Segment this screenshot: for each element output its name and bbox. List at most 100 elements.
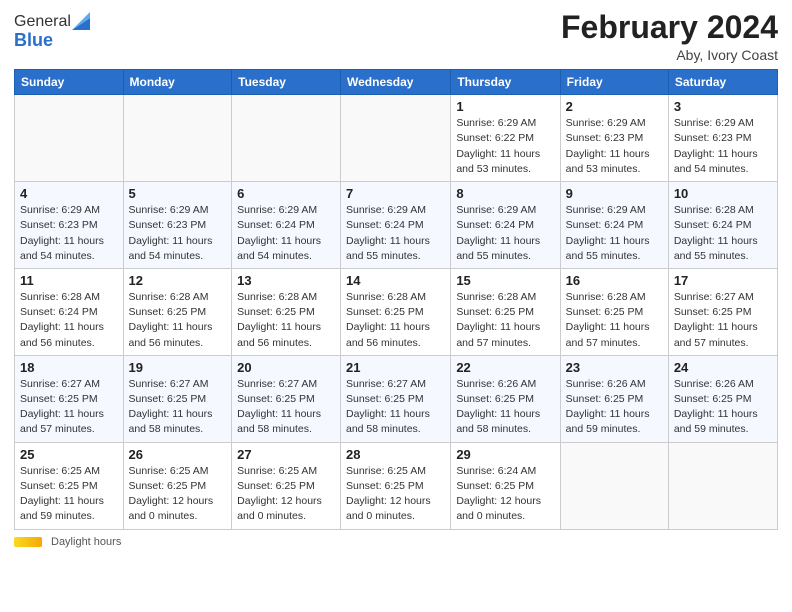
col-header-wednesday: Wednesday <box>341 70 451 95</box>
col-header-saturday: Saturday <box>668 70 777 95</box>
day-number: 29 <box>456 447 554 462</box>
calendar-cell: 27 Sunrise: 6:25 AMSunset: 6:25 PMDayligh… <box>232 442 341 529</box>
day-info: Sunrise: 6:29 AMSunset: 6:23 PMDaylight:… <box>674 116 772 177</box>
day-number: 7 <box>346 186 445 201</box>
logo-blue-text: Blue <box>14 30 53 51</box>
calendar-cell <box>232 95 341 182</box>
logo: General Blue <box>14 10 90 51</box>
day-info: Sunrise: 6:28 AMSunset: 6:25 PMDaylight:… <box>456 290 554 351</box>
day-number: 19 <box>129 360 227 375</box>
calendar-cell: 22Sunrise: 6:26 AMSunset: 6:25 PMDayligh… <box>451 355 560 442</box>
day-info: Sunrise: 6:25 AMSunset: 6:25 PMDaylight:… <box>237 464 335 525</box>
calendar-cell: 5 Sunrise: 6:29 AMSunset: 6:23 PMDaylight… <box>123 182 232 269</box>
day-number: 4 <box>20 186 118 201</box>
day-info: Sunrise: 6:24 AMSunset: 6:25 PMDaylight:… <box>456 464 554 525</box>
day-info: Sunrise: 6:28 AMSunset: 6:24 PMDaylight:… <box>20 290 118 351</box>
calendar-body: 1 Sunrise: 6:29 AMSunset: 6:22 PMDaylight… <box>15 95 778 529</box>
week-row-4: 18 Sunrise: 6:27 AMSunset: 6:25 PMDayligh… <box>15 355 778 442</box>
day-number: 26 <box>129 447 227 462</box>
day-number: 1 <box>456 99 554 114</box>
subtitle: Aby, Ivory Coast <box>561 47 778 63</box>
day-number: 13 <box>237 273 335 288</box>
calendar-cell: 7Sunrise: 6:29 AMSunset: 6:24 PMDaylight… <box>341 182 451 269</box>
calendar-cell <box>123 95 232 182</box>
day-number: 9 <box>566 186 663 201</box>
day-info: Sunrise: 6:29 AMSunset: 6:24 PMDaylight:… <box>456 203 554 264</box>
col-header-tuesday: Tuesday <box>232 70 341 95</box>
day-number: 18 <box>20 360 118 375</box>
day-info: Sunrise: 6:28 AMSunset: 6:25 PMDaylight:… <box>129 290 227 351</box>
day-number: 27 <box>237 447 335 462</box>
col-header-friday: Friday <box>560 70 668 95</box>
calendar-cell: 8 Sunrise: 6:29 AMSunset: 6:24 PMDaylight… <box>451 182 560 269</box>
day-number: 6 <box>237 186 335 201</box>
calendar-cell <box>560 442 668 529</box>
logo-icon <box>72 10 90 32</box>
calendar-cell: 16 Sunrise: 6:28 AMSunset: 6:25 PMDayligh… <box>560 268 668 355</box>
day-number: 8 <box>456 186 554 201</box>
day-number: 11 <box>20 273 118 288</box>
calendar-cell: 12Sunrise: 6:28 AMSunset: 6:25 PMDayligh… <box>123 268 232 355</box>
header-row: SundayMondayTuesdayWednesdayThursdayFrid… <box>15 70 778 95</box>
calendar-cell: 18 Sunrise: 6:27 AMSunset: 6:25 PMDayligh… <box>15 355 124 442</box>
week-row-2: 4 Sunrise: 6:29 AMSunset: 6:23 PMDaylight… <box>15 182 778 269</box>
calendar-header: SundayMondayTuesdayWednesdayThursdayFrid… <box>15 70 778 95</box>
calendar-cell: 28Sunrise: 6:25 AMSunset: 6:25 PMDayligh… <box>341 442 451 529</box>
calendar-cell: 21 Sunrise: 6:27 AMSunset: 6:25 PMDayligh… <box>341 355 451 442</box>
day-info: Sunrise: 6:29 AMSunset: 6:23 PMDaylight:… <box>566 116 663 177</box>
day-number: 10 <box>674 186 772 201</box>
day-number: 15 <box>456 273 554 288</box>
day-number: 2 <box>566 99 663 114</box>
day-number: 24 <box>674 360 772 375</box>
title-block: February 2024 Aby, Ivory Coast <box>561 10 778 63</box>
day-info: Sunrise: 6:29 AMSunset: 6:23 PMDaylight:… <box>129 203 227 264</box>
calendar-cell: 1 Sunrise: 6:29 AMSunset: 6:22 PMDaylight… <box>451 95 560 182</box>
week-row-5: 25 Sunrise: 6:25 AMSunset: 6:25 PMDayligh… <box>15 442 778 529</box>
calendar-cell <box>668 442 777 529</box>
day-info: Sunrise: 6:28 AMSunset: 6:25 PMDaylight:… <box>237 290 335 351</box>
day-info: Sunrise: 6:27 AMSunset: 6:25 PMDaylight:… <box>20 377 118 438</box>
day-number: 17 <box>674 273 772 288</box>
col-header-monday: Monday <box>123 70 232 95</box>
day-info: Sunrise: 6:25 AMSunset: 6:25 PMDaylight:… <box>20 464 118 525</box>
page: General Blue February 2024 Aby, Ivory Co… <box>0 0 792 612</box>
day-number: 3 <box>674 99 772 114</box>
main-title: February 2024 <box>561 10 778 45</box>
col-header-thursday: Thursday <box>451 70 560 95</box>
day-info: Sunrise: 6:28 AMSunset: 6:24 PMDaylight:… <box>674 203 772 264</box>
calendar-cell: 13 Sunrise: 6:28 AMSunset: 6:25 PMDayligh… <box>232 268 341 355</box>
daylight-bar-icon <box>14 537 42 547</box>
day-info: Sunrise: 6:28 AMSunset: 6:25 PMDaylight:… <box>566 290 663 351</box>
day-info: Sunrise: 6:26 AMSunset: 6:25 PMDaylight:… <box>456 377 554 438</box>
calendar-cell: 14Sunrise: 6:28 AMSunset: 6:25 PMDayligh… <box>341 268 451 355</box>
calendar-cell <box>15 95 124 182</box>
day-number: 16 <box>566 273 663 288</box>
day-info: Sunrise: 6:27 AMSunset: 6:25 PMDaylight:… <box>346 377 445 438</box>
day-number: 21 <box>346 360 445 375</box>
day-number: 28 <box>346 447 445 462</box>
day-info: Sunrise: 6:29 AMSunset: 6:22 PMDaylight:… <box>456 116 554 177</box>
day-number: 25 <box>20 447 118 462</box>
calendar-cell: 25 Sunrise: 6:25 AMSunset: 6:25 PMDayligh… <box>15 442 124 529</box>
day-info: Sunrise: 6:27 AMSunset: 6:25 PMDaylight:… <box>237 377 335 438</box>
col-header-sunday: Sunday <box>15 70 124 95</box>
calendar-cell: 2 Sunrise: 6:29 AMSunset: 6:23 PMDaylight… <box>560 95 668 182</box>
calendar-cell: 20 Sunrise: 6:27 AMSunset: 6:25 PMDayligh… <box>232 355 341 442</box>
day-number: 20 <box>237 360 335 375</box>
calendar-cell: 26 Sunrise: 6:25 AMSunset: 6:25 PMDayligh… <box>123 442 232 529</box>
day-info: Sunrise: 6:26 AMSunset: 6:25 PMDaylight:… <box>566 377 663 438</box>
week-row-3: 11 Sunrise: 6:28 AMSunset: 6:24 PMDayligh… <box>15 268 778 355</box>
day-number: 23 <box>566 360 663 375</box>
week-row-1: 1 Sunrise: 6:29 AMSunset: 6:22 PMDaylight… <box>15 95 778 182</box>
footer: Daylight hours <box>14 536 778 548</box>
day-info: Sunrise: 6:29 AMSunset: 6:23 PMDaylight:… <box>20 203 118 264</box>
calendar-cell: 24Sunrise: 6:26 AMSunset: 6:25 PMDayligh… <box>668 355 777 442</box>
day-info: Sunrise: 6:27 AMSunset: 6:25 PMDaylight:… <box>129 377 227 438</box>
day-info: Sunrise: 6:28 AMSunset: 6:25 PMDaylight:… <box>346 290 445 351</box>
day-number: 5 <box>129 186 227 201</box>
calendar-cell: 19 Sunrise: 6:27 AMSunset: 6:25 PMDayligh… <box>123 355 232 442</box>
calendar-cell: 23 Sunrise: 6:26 AMSunset: 6:25 PMDayligh… <box>560 355 668 442</box>
day-info: Sunrise: 6:25 AMSunset: 6:25 PMDaylight:… <box>129 464 227 525</box>
calendar-cell: 17Sunrise: 6:27 AMSunset: 6:25 PMDayligh… <box>668 268 777 355</box>
logo-general-text: General <box>14 13 71 31</box>
